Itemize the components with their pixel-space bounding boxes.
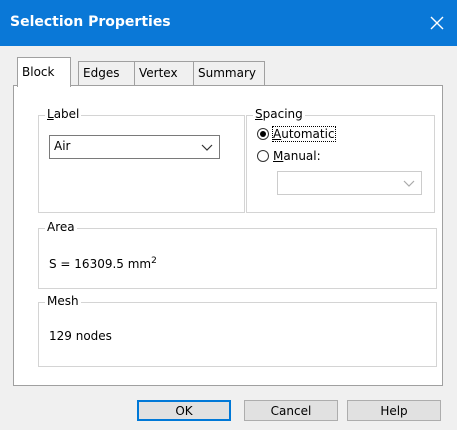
radio-circle <box>257 128 269 140</box>
dialog-title: Selection Properties <box>10 14 171 30</box>
tab-edges[interactable]: Edges <box>78 61 136 86</box>
chevron-down-icon <box>201 144 213 151</box>
manual-spacing-dropdown[interactable] <box>277 171 422 195</box>
mesh-node-count: 129 nodes <box>49 329 112 343</box>
help-button[interactable]: Help <box>347 400 441 421</box>
ok-button[interactable]: OK <box>137 400 231 421</box>
mesh-group-title: Mesh <box>45 294 81 308</box>
manual-radio[interactable]: Manual: <box>257 149 321 163</box>
label-dropdown-value: Air <box>54 139 71 153</box>
spacing-group: Spacing Automatic Manual: <box>246 107 435 213</box>
manual-label: Manual: <box>273 149 321 163</box>
area-group: Area S = 16309.5 mm2 <box>38 220 437 289</box>
tab-label: Vertex <box>139 66 178 80</box>
dialog-window: Selection Properties Block Edges Vertex … <box>0 0 457 430</box>
tab-summary[interactable]: Summary <box>193 61 265 86</box>
label-group-title: Label <box>45 107 82 121</box>
label-dropdown[interactable]: Air <box>49 135 220 159</box>
cancel-button[interactable]: Cancel <box>244 400 338 421</box>
close-icon <box>430 16 444 30</box>
tab-label: Summary <box>198 66 256 80</box>
tab-vertex[interactable]: Vertex <box>134 61 195 86</box>
area-value: S = 16309.5 mm2 <box>49 256 157 271</box>
spacing-group-title: Spacing <box>253 107 305 121</box>
tab-label: Block <box>22 65 55 79</box>
tab-label: Edges <box>83 66 120 80</box>
close-button[interactable] <box>417 0 457 46</box>
automatic-radio[interactable]: Automatic <box>257 126 336 142</box>
chevron-down-icon <box>403 180 415 187</box>
area-group-title: Area <box>45 220 77 234</box>
tab-panel-block: Label Air Spacing Automatic Manual: Area… <box>13 85 443 386</box>
mesh-group: Mesh 129 nodes <box>38 294 437 367</box>
radio-circle <box>257 150 269 162</box>
title-bar[interactable]: Selection Properties <box>0 0 457 46</box>
label-group: Label Air <box>38 107 245 213</box>
tab-block[interactable]: Block <box>17 57 71 87</box>
automatic-label: Automatic <box>272 126 336 142</box>
